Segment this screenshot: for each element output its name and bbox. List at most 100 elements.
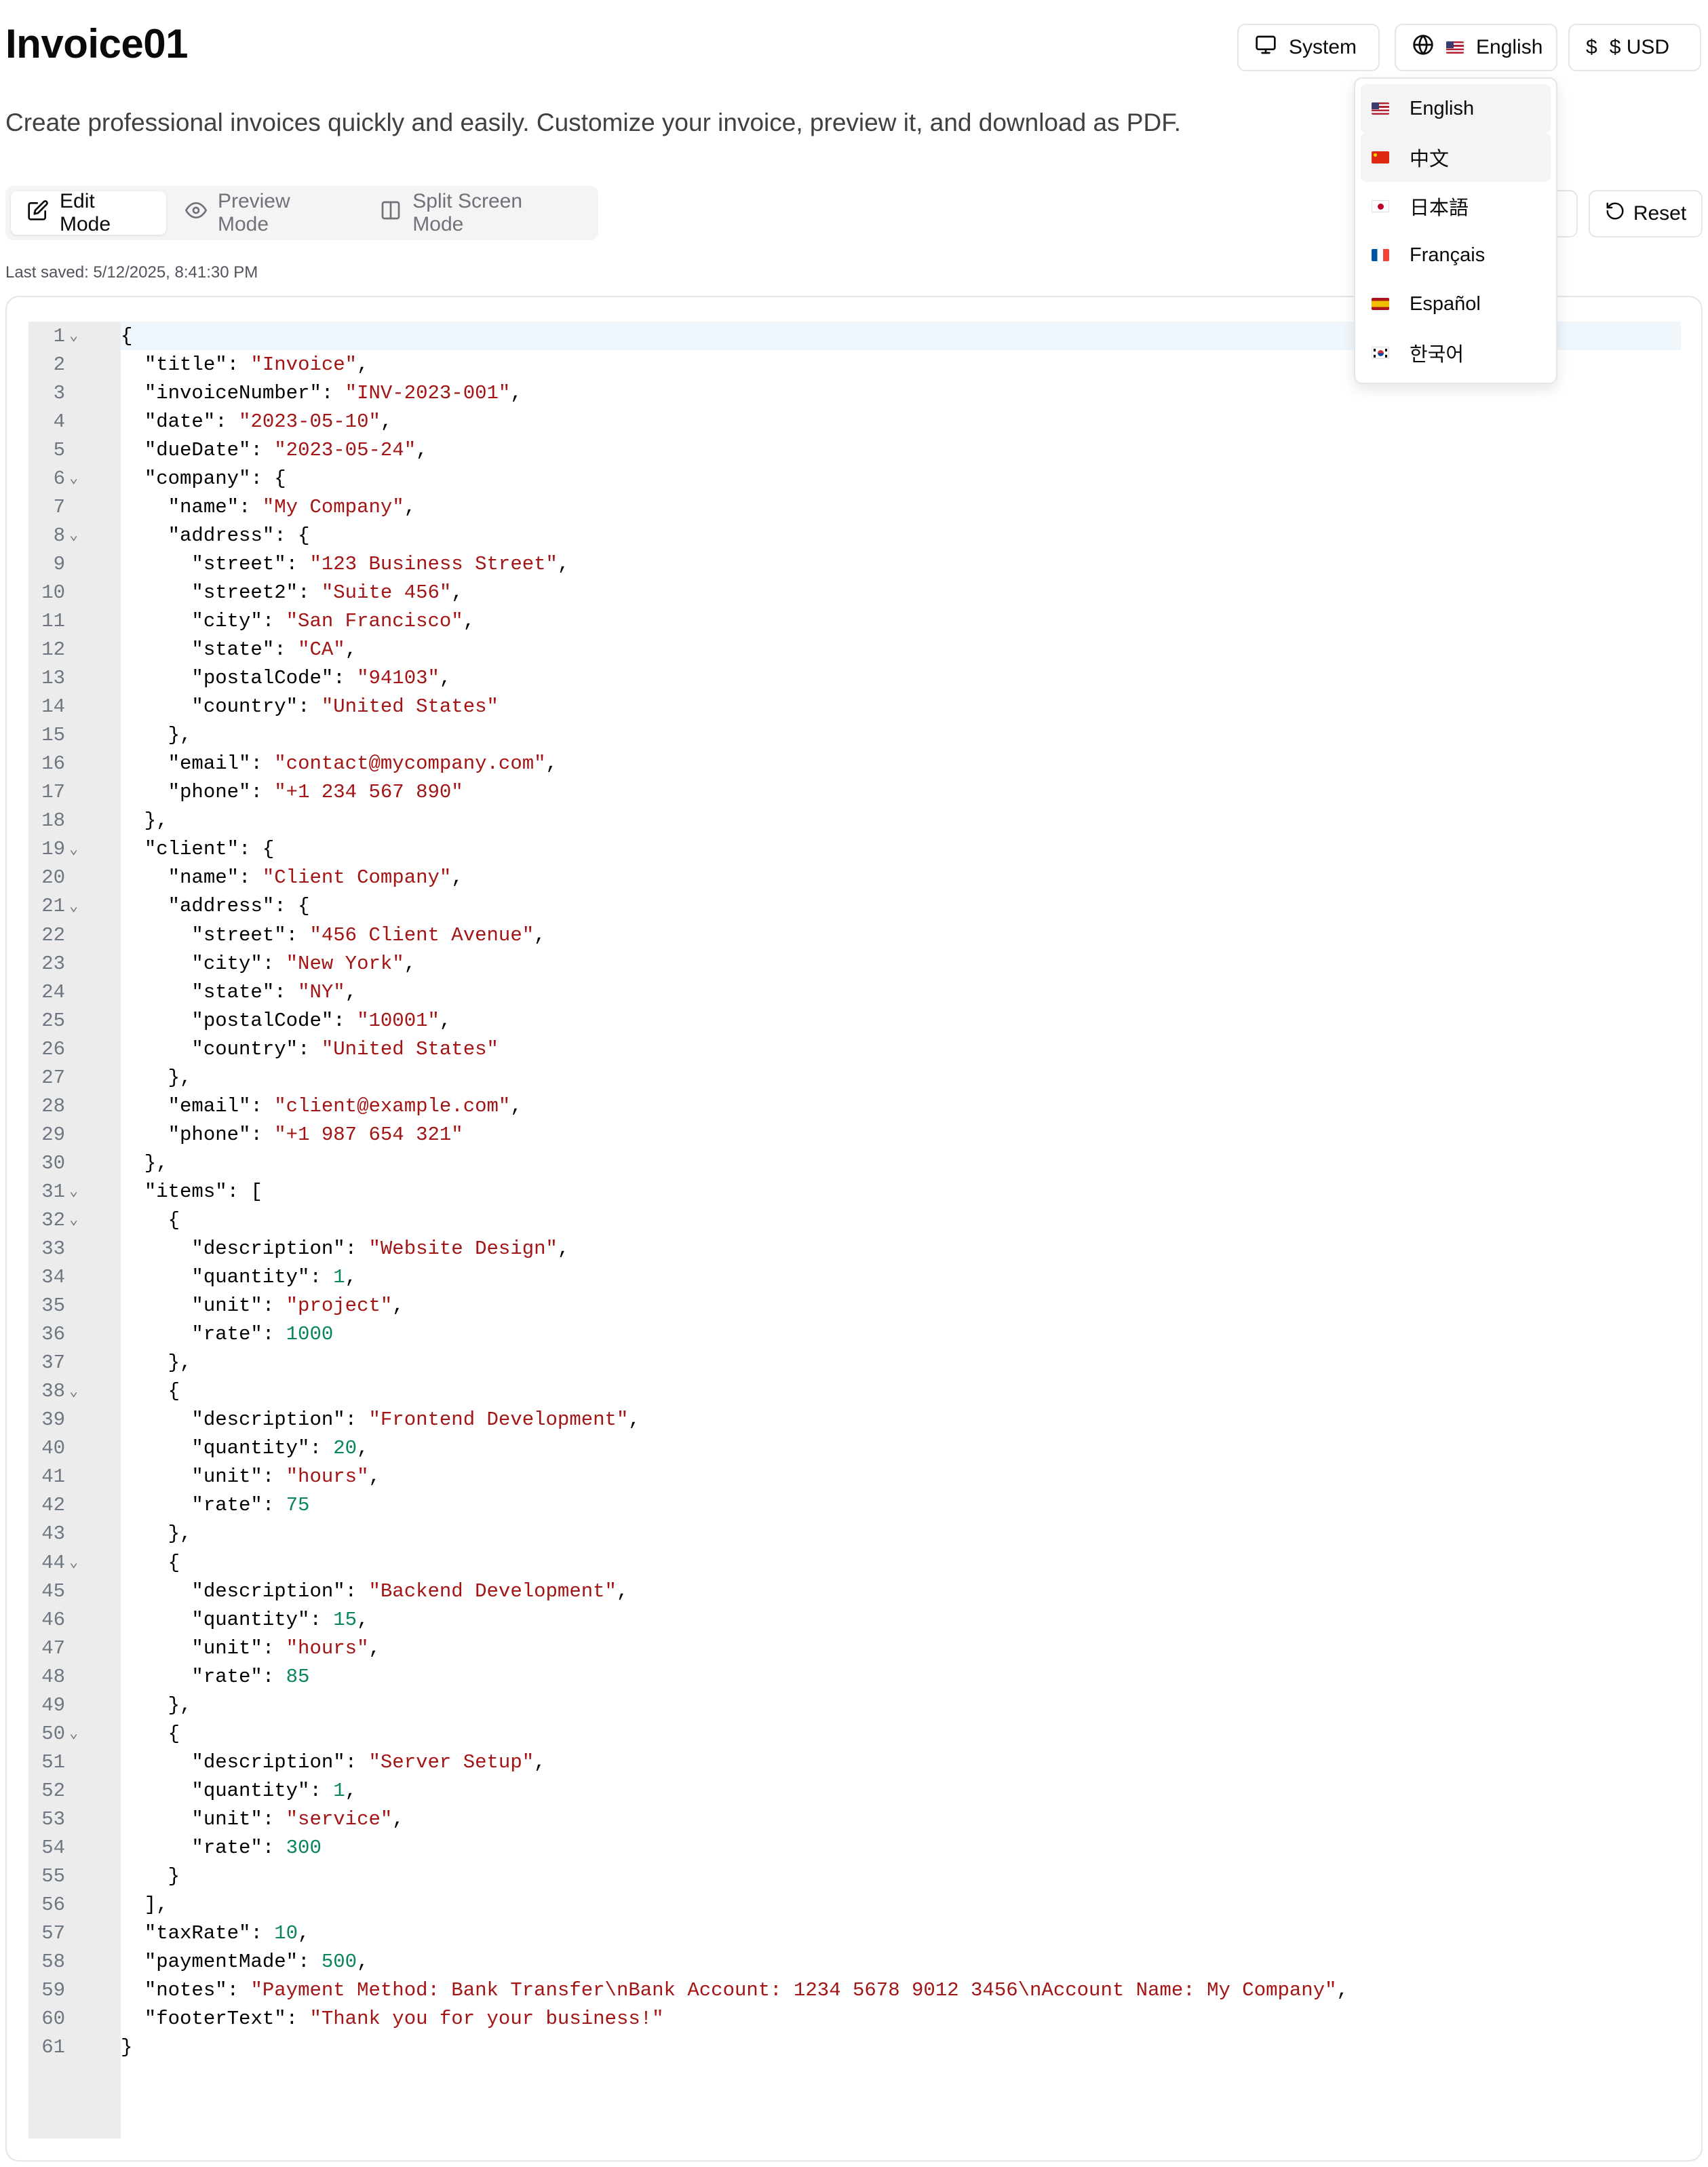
code-line[interactable]: 15 }, <box>28 721 1684 750</box>
language-option[interactable]: Español <box>1361 280 1551 328</box>
code-line[interactable]: 42 "rate": 75 <box>28 1491 1684 1520</box>
fold-chevron-icon[interactable]: ⌄ <box>65 469 121 487</box>
code-line[interactable]: 57 "taxRate": 10, <box>28 1919 1684 1948</box>
code-line[interactable]: 29 "phone": "+1 987 654 321" <box>28 1120 1684 1149</box>
flag-kr-icon <box>1372 347 1389 359</box>
code-line[interactable]: 35 "unit": "project", <box>28 1292 1684 1320</box>
code-line[interactable]: 48 "rate": 85 <box>28 1662 1684 1691</box>
code-line[interactable]: 6 ⌄ "company": { <box>28 464 1684 493</box>
code-lines[interactable]: 1 ⌄{2 "title": "Invoice", 3 "invoiceNumber… <box>28 322 1684 2062</box>
code-line[interactable]: 4 "date": "2023-05-10", <box>28 407 1684 436</box>
language-option[interactable]: English <box>1361 84 1551 133</box>
code-line[interactable]: 14 "country": "United States" <box>28 693 1684 721</box>
fold-chevron-icon[interactable]: ⌄ <box>65 1211 121 1229</box>
fold-chevron-icon[interactable]: ⌄ <box>65 1725 121 1742</box>
code-text: "street2": "Suite 456", <box>191 581 463 604</box>
code-line[interactable]: 41 "unit": "hours", <box>28 1463 1684 1491</box>
code-text: }, <box>121 724 192 747</box>
code-line[interactable]: 31 ⌄ "items": [ <box>28 1177 1684 1206</box>
code-line[interactable]: 19 ⌄ "client": { <box>28 835 1684 864</box>
tab-edit-mode[interactable]: Edit Mode <box>11 190 166 235</box>
code-line[interactable]: 54 "rate": 300 <box>28 1833 1684 1862</box>
language-button[interactable]: English <box>1395 24 1557 71</box>
fold-chevron-icon[interactable]: ⌄ <box>65 327 121 345</box>
code-line[interactable]: 26 "country": "United States" <box>28 1035 1684 1063</box>
code-line[interactable]: 60 "footerText": "Thank you for your bus… <box>28 2005 1684 2033</box>
code-line[interactable]: 55 } <box>28 1862 1684 1891</box>
fold-chevron-icon[interactable]: ⌄ <box>65 1183 121 1200</box>
code-line[interactable]: 49 }, <box>28 1691 1684 1719</box>
code-line[interactable]: 56 ], <box>28 1891 1684 1919</box>
line-number: 11 <box>41 609 65 632</box>
code-line[interactable]: 27 }, <box>28 1063 1684 1092</box>
code-line[interactable]: 30 }, <box>28 1149 1684 1177</box>
language-option[interactable]: 中文 <box>1361 133 1551 182</box>
code-line[interactable]: 45 "description": "Backend Development", <box>28 1577 1684 1605</box>
code-line[interactable]: 18 }, <box>28 807 1684 835</box>
reset-button[interactable]: Reset <box>1589 190 1703 237</box>
line-number: 22 <box>41 923 65 946</box>
code-text: "state": "NY", <box>191 980 357 1003</box>
code-line[interactable]: 50 ⌄ { <box>28 1719 1684 1748</box>
json-editor[interactable]: 1 ⌄{2 "title": "Invoice", 3 "invoiceNumber… <box>5 296 1703 2162</box>
line-number: 27 <box>41 1066 65 1089</box>
code-line[interactable]: 51 "description": "Server Setup", <box>28 1748 1684 1776</box>
code-line[interactable]: 21 ⌄ "address": { <box>28 892 1684 921</box>
code-line[interactable]: 17 "phone": "+1 234 567 890" <box>28 778 1684 807</box>
code-line[interactable]: 5 "dueDate": "2023-05-24", <box>28 436 1684 464</box>
code-line[interactable]: 20 "name": "Client Company", <box>28 864 1684 892</box>
code-line[interactable]: 22 "street": "456 Client Avenue", <box>28 921 1684 949</box>
line-number: 30 <box>41 1151 65 1174</box>
code-line[interactable]: 40 "quantity": 20, <box>28 1434 1684 1463</box>
code-line[interactable]: 43 }, <box>28 1520 1684 1548</box>
code-line[interactable]: 11 "city": "San Francisco", <box>28 607 1684 635</box>
rotate-ccw-icon <box>1605 201 1625 227</box>
code-line[interactable]: 38 ⌄ { <box>28 1377 1684 1406</box>
language-option[interactable]: 日本語 <box>1361 182 1551 231</box>
code-line[interactable]: 59 "notes": "Payment Method: Bank Transf… <box>28 1976 1684 2005</box>
code-line[interactable]: 10 "street2": "Suite 456", <box>28 578 1684 607</box>
fold-chevron-icon[interactable]: ⌄ <box>65 898 121 915</box>
tab-label: Edit Mode <box>60 190 111 235</box>
fold-chevron-icon[interactable]: ⌄ <box>65 526 121 544</box>
code-line[interactable]: 47 "unit": "hours", <box>28 1634 1684 1662</box>
theme-label: System <box>1289 36 1357 58</box>
code-line[interactable]: 46 "quantity": 15, <box>28 1605 1684 1634</box>
language-option[interactable]: Français <box>1361 231 1551 280</box>
line-number: 46 <box>41 1608 65 1631</box>
code-line[interactable]: 34 "quantity": 1, <box>28 1263 1684 1292</box>
fold-chevron-icon[interactable]: ⌄ <box>65 841 121 858</box>
code-line[interactable]: 16 "email": "contact@mycompany.com", <box>28 750 1684 778</box>
code-text: "paymentMade": 500, <box>144 1951 369 1974</box>
code-line[interactable]: 25 "postalCode": "10001", <box>28 1006 1684 1035</box>
code-line[interactable]: 33 "description": "Website Design", <box>28 1235 1684 1263</box>
code-line[interactable]: 7 "name": "My Company", <box>28 493 1684 521</box>
code-line[interactable]: 32 ⌄ { <box>28 1206 1684 1234</box>
code-line[interactable]: 28 "email": "client@example.com", <box>28 1092 1684 1120</box>
code-line[interactable]: 13 "postalCode": "94103", <box>28 664 1684 693</box>
code-line[interactable]: 8 ⌄ "address": { <box>28 521 1684 550</box>
code-line[interactable]: 39 "description": "Frontend Development"… <box>28 1406 1684 1434</box>
code-line[interactable]: 9 "street": "123 Business Street", <box>28 550 1684 578</box>
code-line[interactable]: 61} <box>28 2033 1684 2062</box>
code-line[interactable]: 52 "quantity": 1, <box>28 1776 1684 1805</box>
tab-split-screen-mode[interactable]: Split Screen Mode <box>364 190 593 235</box>
code-line[interactable]: 24 "state": "NY", <box>28 978 1684 1006</box>
line-number: 37 <box>41 1351 65 1375</box>
fold-chevron-icon[interactable]: ⌄ <box>65 1383 121 1400</box>
line-number: 33 <box>41 1238 65 1261</box>
code-line[interactable]: 12 "state": "CA", <box>28 636 1684 664</box>
code-text: "taxRate": 10, <box>144 1922 310 1945</box>
code-line[interactable]: 36 "rate": 1000 <box>28 1320 1684 1349</box>
code-line[interactable]: 23 "city": "New York", <box>28 949 1684 978</box>
code-line[interactable]: 53 "unit": "service", <box>28 1805 1684 1833</box>
theme-button[interactable]: System <box>1237 24 1380 71</box>
code-line[interactable]: 58 "paymentMade": 500, <box>28 1948 1684 1976</box>
code-line[interactable]: 37 }, <box>28 1349 1684 1377</box>
code-line[interactable]: 44 ⌄ { <box>28 1548 1684 1577</box>
language-option[interactable]: 한국어 <box>1361 328 1551 377</box>
tab-preview-mode[interactable]: Preview Mode <box>169 190 361 235</box>
code-text: "email": "client@example.com", <box>168 1094 522 1117</box>
fold-chevron-icon[interactable]: ⌄ <box>65 1554 121 1571</box>
currency-button[interactable]: $ $ USD <box>1568 24 1701 71</box>
